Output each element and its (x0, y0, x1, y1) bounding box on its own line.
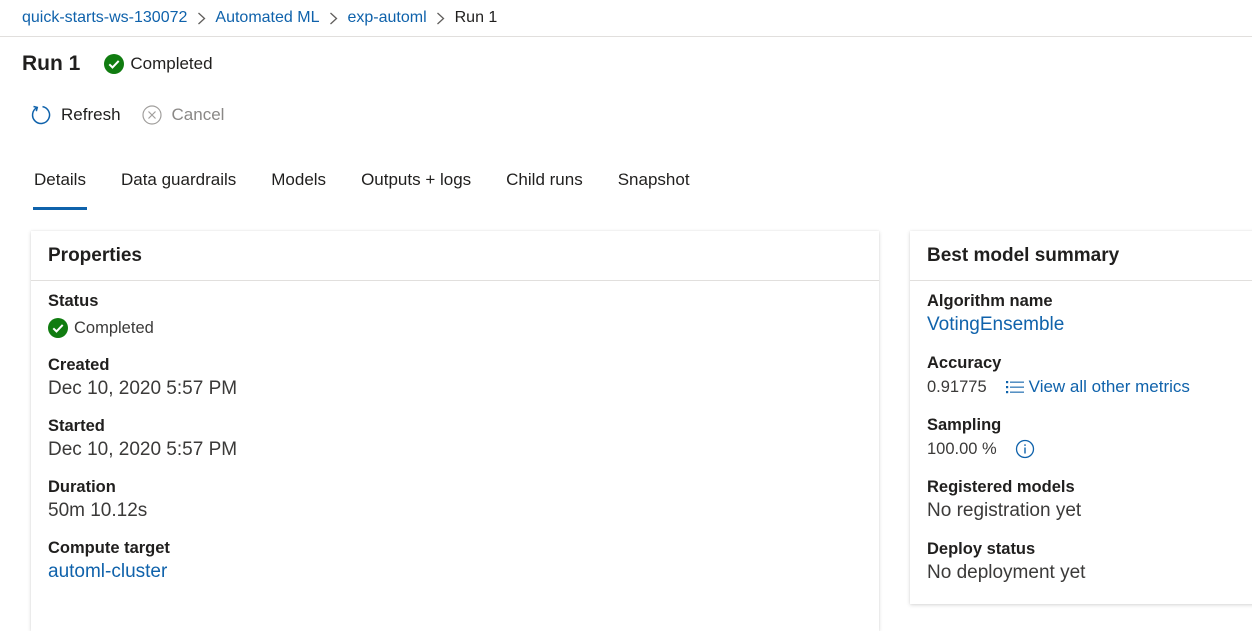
deploy-status-value: No deployment yet (927, 562, 1086, 583)
accuracy-field: Accuracy 0.91775 View all other metrics (927, 352, 1252, 400)
sampling-value: 100.00 % (927, 440, 997, 458)
view-all-metrics-link[interactable]: View all other metrics (1005, 377, 1190, 397)
algorithm-label: Algorithm name (927, 292, 1053, 310)
properties-title: Properties (31, 231, 879, 281)
registered-models-label: Registered models (927, 478, 1075, 496)
breadcrumb-current-run: Run 1 (454, 9, 498, 26)
status-badge: Completed (104, 54, 213, 74)
properties-card: Properties Status Completed Created Dec … (31, 231, 879, 631)
compute-target-label: Compute target (48, 539, 170, 557)
breadcrumb-automated-ml[interactable]: Automated ML (215, 9, 319, 27)
status-value: Completed (74, 319, 154, 337)
compute-target-field: Compute target automl-cluster (48, 537, 862, 585)
breadcrumb-workspace[interactable]: quick-starts-ws-130072 (22, 9, 187, 27)
algorithm-link[interactable]: VotingEnsemble (927, 312, 1252, 338)
best-model-summary-card: Best model summary Algorithm name Voting… (910, 231, 1252, 604)
check-circle-icon (104, 54, 125, 74)
status-label: Status (48, 292, 99, 310)
started-label: Started (48, 417, 105, 435)
tab-details[interactable]: Details (33, 170, 87, 210)
page-title: Run 1 (22, 52, 81, 75)
best-model-title: Best model summary (910, 231, 1252, 281)
toolbar: Refresh Cancel (30, 104, 244, 126)
view-all-metrics-label: View all other metrics (1028, 377, 1190, 396)
chevron-right-icon (427, 12, 455, 25)
tab-bar: Details Data guardrails Models Outputs +… (33, 170, 725, 210)
chevron-right-icon (319, 12, 347, 25)
started-value: Dec 10, 2020 5:57 PM (48, 439, 238, 460)
refresh-button[interactable]: Refresh (30, 104, 121, 126)
cancel-circle-icon (141, 104, 163, 126)
refresh-icon (30, 104, 52, 126)
compute-target-link[interactable]: automl-cluster (48, 559, 862, 585)
registered-models-field: Registered models No registration yet (927, 476, 1252, 524)
sampling-field: Sampling 100.00 % (927, 414, 1252, 462)
tab-snapshot[interactable]: Snapshot (618, 170, 690, 210)
started-field: Started Dec 10, 2020 5:57 PM (48, 415, 862, 463)
deploy-status-field: Deploy status No deployment yet (927, 538, 1252, 586)
breadcrumb-experiment[interactable]: exp-automl (347, 9, 426, 27)
duration-field: Duration 50m 10.12s (48, 476, 862, 524)
refresh-label: Refresh (61, 105, 121, 124)
duration-label: Duration (48, 478, 116, 496)
chevron-right-icon (187, 12, 215, 25)
deploy-status-label: Deploy status (927, 540, 1036, 558)
bulleted-list-icon (1005, 380, 1025, 394)
info-icon[interactable] (1015, 439, 1035, 459)
tab-models[interactable]: Models (271, 170, 326, 210)
accuracy-label: Accuracy (927, 354, 1002, 372)
created-label: Created (48, 356, 110, 374)
accuracy-value: 0.91775 (927, 378, 987, 396)
registered-models-value: No registration yet (927, 500, 1082, 521)
algorithm-field: Algorithm name VotingEnsemble (927, 290, 1252, 338)
created-field: Created Dec 10, 2020 5:57 PM (48, 354, 862, 402)
tab-child-runs[interactable]: Child runs (506, 170, 583, 210)
duration-value: 50m 10.12s (48, 500, 148, 521)
check-circle-icon (48, 318, 68, 338)
tab-outputs-logs[interactable]: Outputs + logs (361, 170, 471, 210)
cancel-button[interactable]: Cancel (141, 104, 225, 126)
sampling-label: Sampling (927, 416, 1002, 434)
created-value: Dec 10, 2020 5:57 PM (48, 378, 238, 399)
status-text: Completed (130, 54, 213, 73)
tab-data-guardrails[interactable]: Data guardrails (121, 170, 236, 210)
page-header: Run 1 Completed (22, 52, 213, 76)
breadcrumb: quick-starts-ws-130072 Automated ML exp-… (0, 0, 1252, 37)
status-field: Status Completed (48, 290, 862, 341)
cancel-label: Cancel (171, 105, 225, 124)
